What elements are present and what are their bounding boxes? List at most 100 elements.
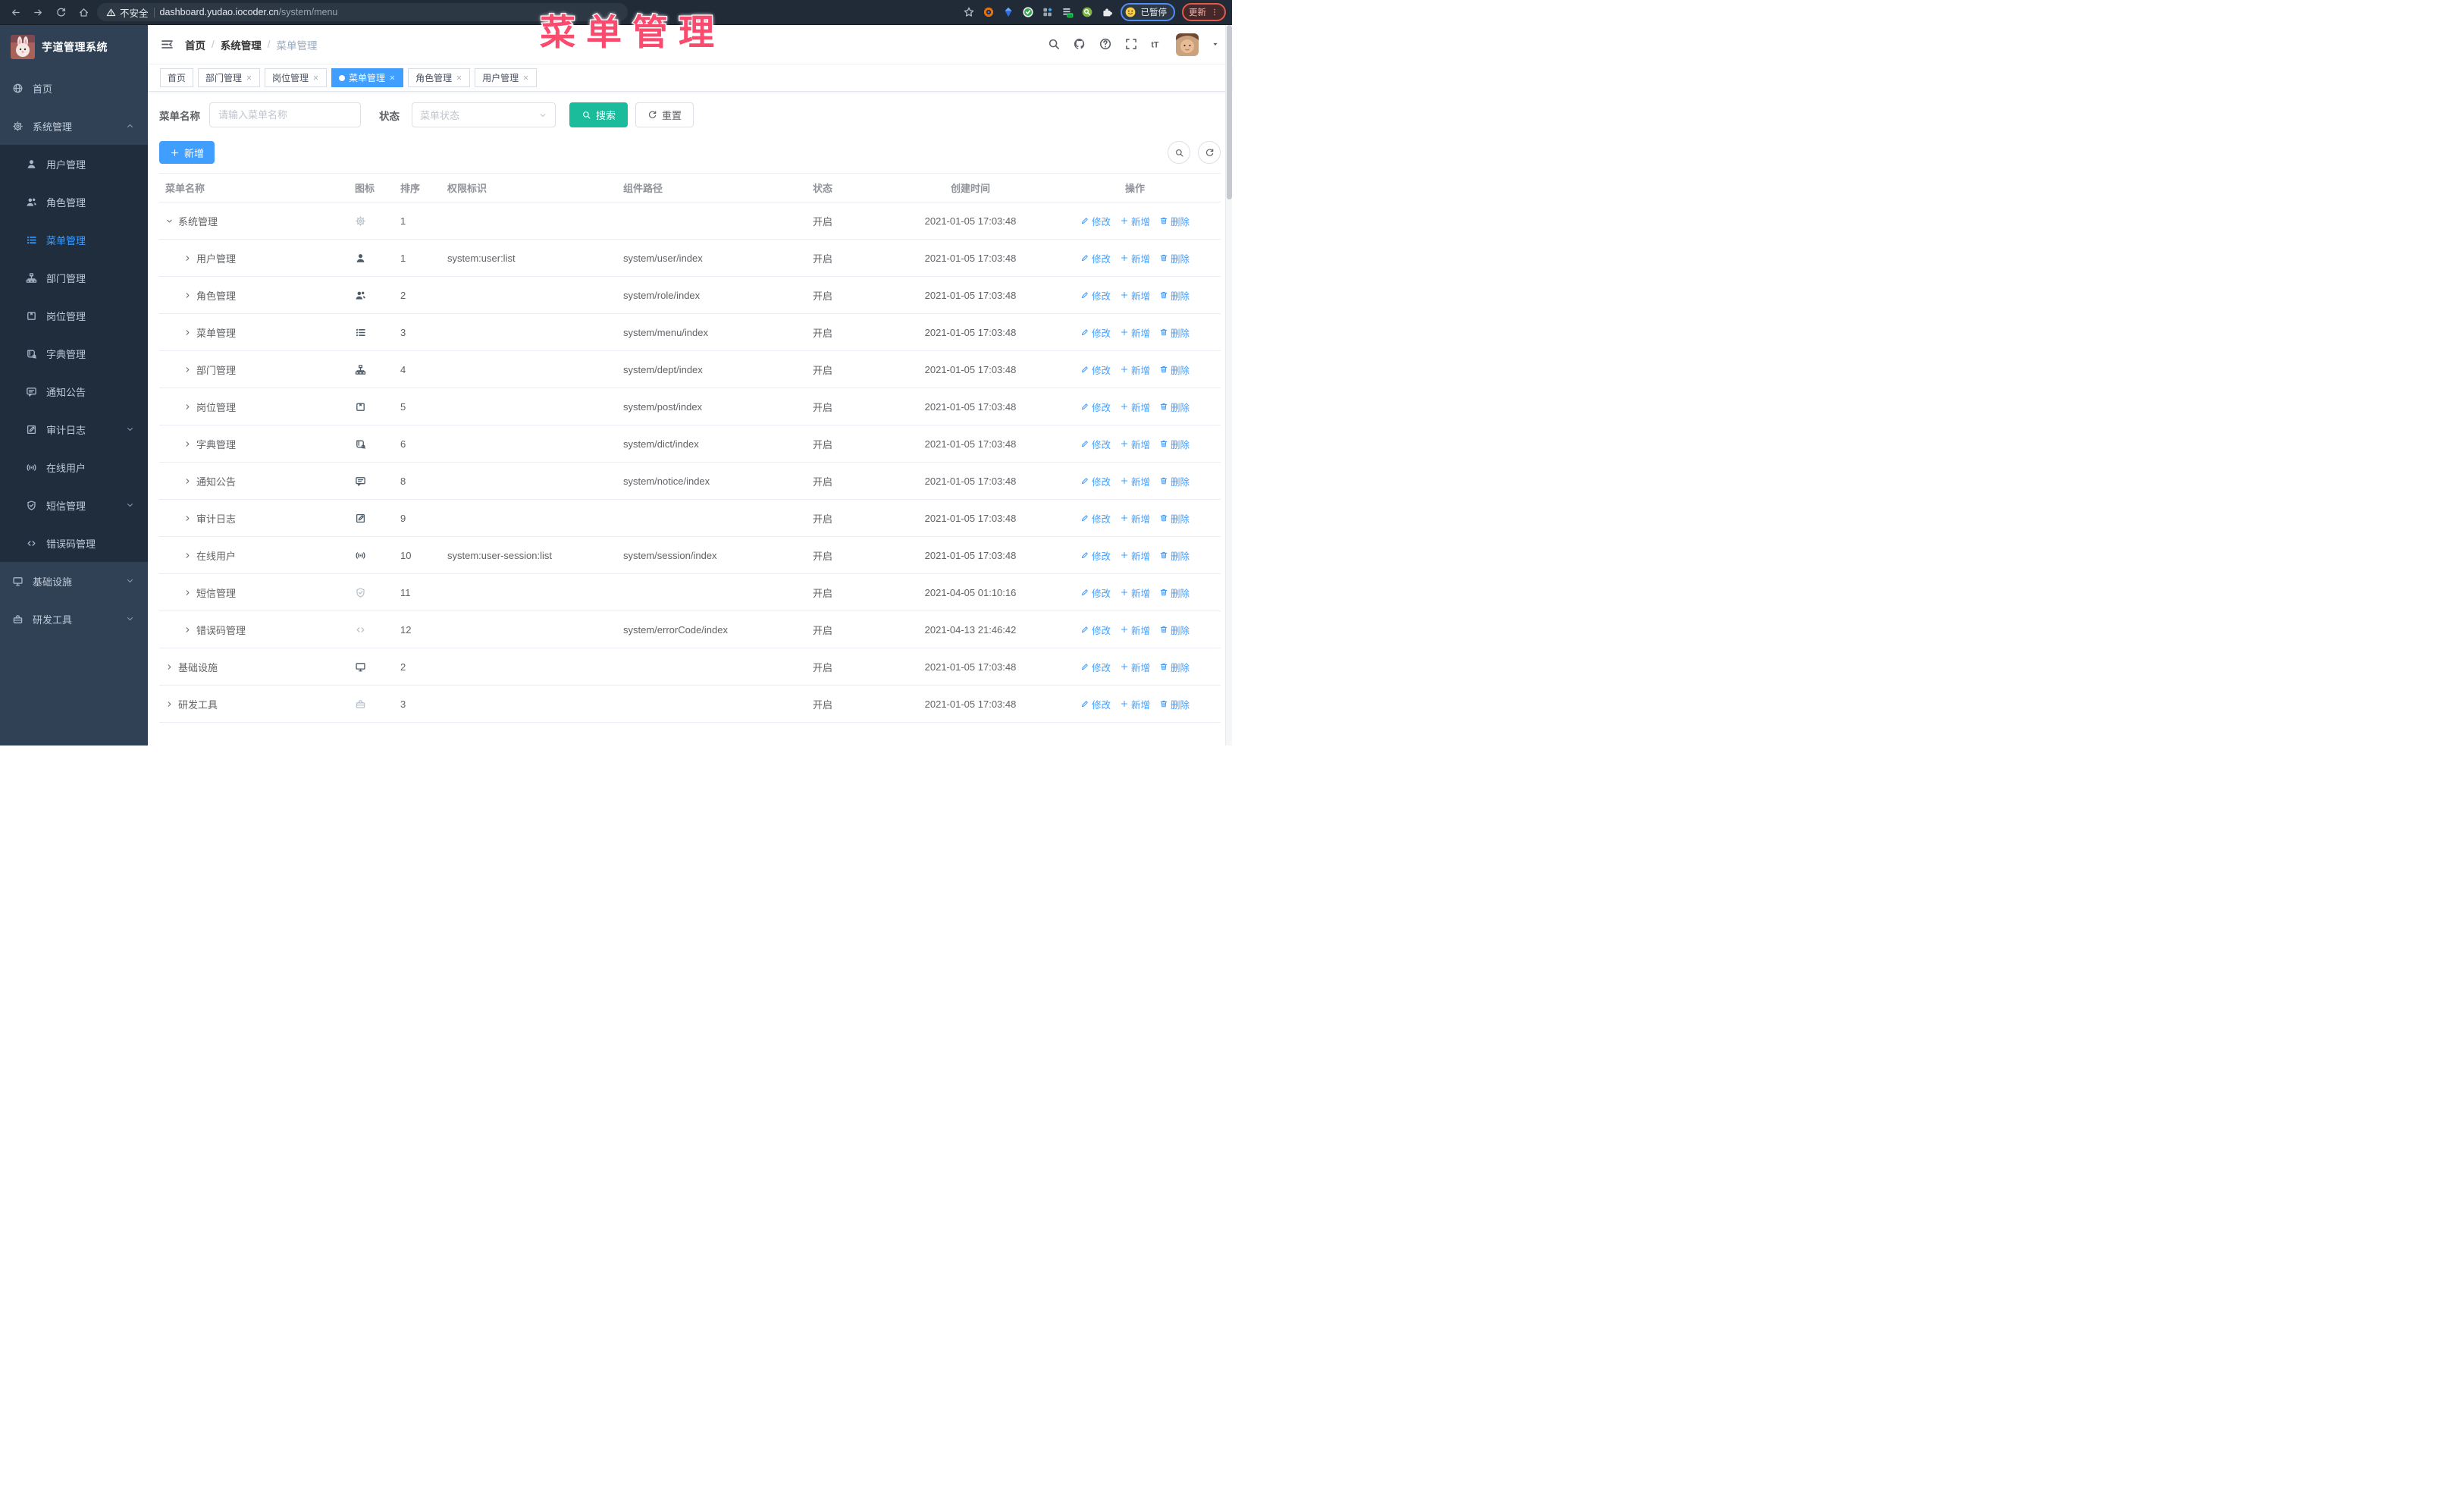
op-删除-link[interactable]: 删除 bbox=[1159, 325, 1190, 340]
app-logo-row[interactable]: 芋道管理系统 bbox=[0, 25, 148, 69]
breadcrumb-item[interactable]: 首页 bbox=[185, 37, 205, 52]
op-修改-link[interactable]: 修改 bbox=[1080, 548, 1111, 563]
op-修改-link[interactable]: 修改 bbox=[1080, 325, 1111, 340]
op-修改-link[interactable]: 修改 bbox=[1080, 474, 1111, 488]
breadcrumb-item[interactable]: 菜单管理 bbox=[277, 37, 318, 52]
tab-用户管理[interactable]: 用户管理 bbox=[475, 68, 538, 87]
fontsize-button[interactable]: tT bbox=[1150, 37, 1164, 51]
browser-reload-button[interactable] bbox=[52, 3, 70, 21]
cell-menu-name[interactable]: 在线用户 bbox=[159, 548, 349, 563]
op-修改-link[interactable]: 修改 bbox=[1080, 623, 1111, 637]
sidebar-item-在线用户[interactable]: 在线用户 bbox=[0, 448, 148, 486]
op-删除-link[interactable]: 删除 bbox=[1159, 474, 1190, 488]
search-button[interactable]: 搜索 bbox=[569, 102, 629, 127]
op-修改-link[interactable]: 修改 bbox=[1080, 437, 1111, 451]
op-删除-link[interactable]: 删除 bbox=[1159, 437, 1190, 451]
cell-menu-name[interactable]: 用户管理 bbox=[159, 251, 349, 265]
browser-back-button[interactable] bbox=[6, 3, 24, 21]
op-新增-link[interactable]: 新增 bbox=[1120, 511, 1150, 526]
bars-on[interactable]: on bbox=[1061, 6, 1074, 19]
green-search[interactable] bbox=[1081, 6, 1094, 19]
github-button[interactable] bbox=[1073, 37, 1086, 51]
sidebar-item-部门管理[interactable]: 部门管理 bbox=[0, 259, 148, 297]
op-新增-link[interactable]: 新增 bbox=[1120, 288, 1150, 303]
op-新增-link[interactable]: 新增 bbox=[1120, 474, 1150, 488]
menu-name-input[interactable] bbox=[209, 102, 361, 127]
cell-menu-name[interactable]: 菜单管理 bbox=[159, 325, 349, 340]
op-新增-link[interactable]: 新增 bbox=[1120, 697, 1150, 711]
cell-menu-name[interactable]: 基础设施 bbox=[159, 660, 349, 674]
puzzle[interactable] bbox=[1101, 6, 1114, 19]
cell-menu-name[interactable]: 系统管理 bbox=[159, 214, 349, 228]
avatar-caret-icon[interactable] bbox=[1211, 38, 1220, 52]
tab-角色管理[interactable]: 角色管理 bbox=[408, 68, 471, 87]
tab-首页[interactable]: 首页 bbox=[160, 68, 194, 87]
blue-gem[interactable] bbox=[1002, 6, 1015, 19]
sidebar-item-错误码管理[interactable]: 错误码管理 bbox=[0, 524, 148, 562]
sidebar-item-系统管理[interactable]: 系统管理 bbox=[0, 107, 148, 145]
fullscreen-button[interactable] bbox=[1124, 37, 1138, 51]
cell-menu-name[interactable]: 部门管理 bbox=[159, 363, 349, 377]
tab-部门管理[interactable]: 部门管理 bbox=[198, 68, 261, 87]
address-bar[interactable]: 不安全 dashboard.yudao.iocoder.cn/system/me… bbox=[97, 3, 628, 21]
op-删除-link[interactable]: 删除 bbox=[1159, 214, 1190, 228]
tab-岗位管理[interactable]: 岗位管理 bbox=[265, 68, 328, 87]
sidebar-item-基础设施[interactable]: 基础设施 bbox=[0, 562, 148, 600]
op-删除-link[interactable]: 删除 bbox=[1159, 511, 1190, 526]
toggle-search-button[interactable] bbox=[1168, 141, 1190, 164]
op-修改-link[interactable]: 修改 bbox=[1080, 400, 1111, 414]
hamburger-icon[interactable] bbox=[160, 37, 174, 52]
op-修改-link[interactable]: 修改 bbox=[1080, 251, 1111, 265]
cell-menu-name[interactable]: 错误码管理 bbox=[159, 623, 349, 637]
green-check[interactable] bbox=[1022, 6, 1035, 19]
op-修改-link[interactable]: 修改 bbox=[1080, 660, 1111, 674]
op-删除-link[interactable]: 删除 bbox=[1159, 548, 1190, 563]
cell-menu-name[interactable]: 字典管理 bbox=[159, 437, 349, 451]
bookmark-star[interactable] bbox=[963, 6, 976, 19]
scrollbar-thumb[interactable] bbox=[1227, 25, 1232, 199]
op-新增-link[interactable]: 新增 bbox=[1120, 623, 1150, 637]
tab-菜单管理[interactable]: 菜单管理 bbox=[331, 68, 404, 87]
orange-ring[interactable] bbox=[983, 6, 995, 19]
op-修改-link[interactable]: 修改 bbox=[1080, 214, 1111, 228]
profile-paused-badge[interactable]: 已暂停 bbox=[1120, 3, 1175, 21]
user-avatar[interactable] bbox=[1176, 33, 1199, 56]
cell-menu-name[interactable]: 岗位管理 bbox=[159, 400, 349, 414]
op-新增-link[interactable]: 新增 bbox=[1120, 251, 1150, 265]
breadcrumb-item[interactable]: 系统管理 bbox=[221, 37, 262, 52]
cell-menu-name[interactable]: 审计日志 bbox=[159, 511, 349, 526]
op-删除-link[interactable]: 删除 bbox=[1159, 697, 1190, 711]
op-新增-link[interactable]: 新增 bbox=[1120, 214, 1150, 228]
question-button[interactable] bbox=[1099, 37, 1112, 51]
op-删除-link[interactable]: 删除 bbox=[1159, 623, 1190, 637]
op-新增-link[interactable]: 新增 bbox=[1120, 585, 1150, 600]
page-scrollbar[interactable] bbox=[1225, 25, 1232, 746]
op-删除-link[interactable]: 删除 bbox=[1159, 660, 1190, 674]
cell-menu-name[interactable]: 角色管理 bbox=[159, 288, 349, 303]
op-删除-link[interactable]: 删除 bbox=[1159, 288, 1190, 303]
search-button[interactable] bbox=[1047, 37, 1061, 51]
op-新增-link[interactable]: 新增 bbox=[1120, 363, 1150, 377]
sidebar-item-通知公告[interactable]: 通知公告 bbox=[0, 372, 148, 410]
grid-gem[interactable] bbox=[1042, 6, 1055, 19]
op-新增-link[interactable]: 新增 bbox=[1120, 548, 1150, 563]
op-删除-link[interactable]: 删除 bbox=[1159, 363, 1190, 377]
op-修改-link[interactable]: 修改 bbox=[1080, 585, 1111, 600]
cell-menu-name[interactable]: 通知公告 bbox=[159, 474, 349, 488]
op-修改-link[interactable]: 修改 bbox=[1080, 288, 1111, 303]
sidebar-item-研发工具[interactable]: 研发工具 bbox=[0, 600, 148, 638]
security-warning[interactable]: 不安全 bbox=[106, 5, 149, 20]
op-新增-link[interactable]: 新增 bbox=[1120, 325, 1150, 340]
sidebar-item-首页[interactable]: 首页 bbox=[0, 69, 148, 107]
refresh-table-button[interactable] bbox=[1198, 141, 1221, 164]
op-修改-link[interactable]: 修改 bbox=[1080, 697, 1111, 711]
sidebar-item-岗位管理[interactable]: 岗位管理 bbox=[0, 297, 148, 334]
op-修改-link[interactable]: 修改 bbox=[1080, 363, 1111, 377]
sidebar-item-角色管理[interactable]: 角色管理 bbox=[0, 183, 148, 221]
add-button[interactable]: 新增 bbox=[159, 141, 215, 164]
sidebar-item-用户管理[interactable]: 用户管理 bbox=[0, 145, 148, 183]
cell-menu-name[interactable]: 短信管理 bbox=[159, 585, 349, 600]
cell-menu-name[interactable]: 研发工具 bbox=[159, 697, 349, 711]
sidebar-item-短信管理[interactable]: 短信管理 bbox=[0, 486, 148, 524]
sidebar-item-审计日志[interactable]: 审计日志 bbox=[0, 410, 148, 448]
